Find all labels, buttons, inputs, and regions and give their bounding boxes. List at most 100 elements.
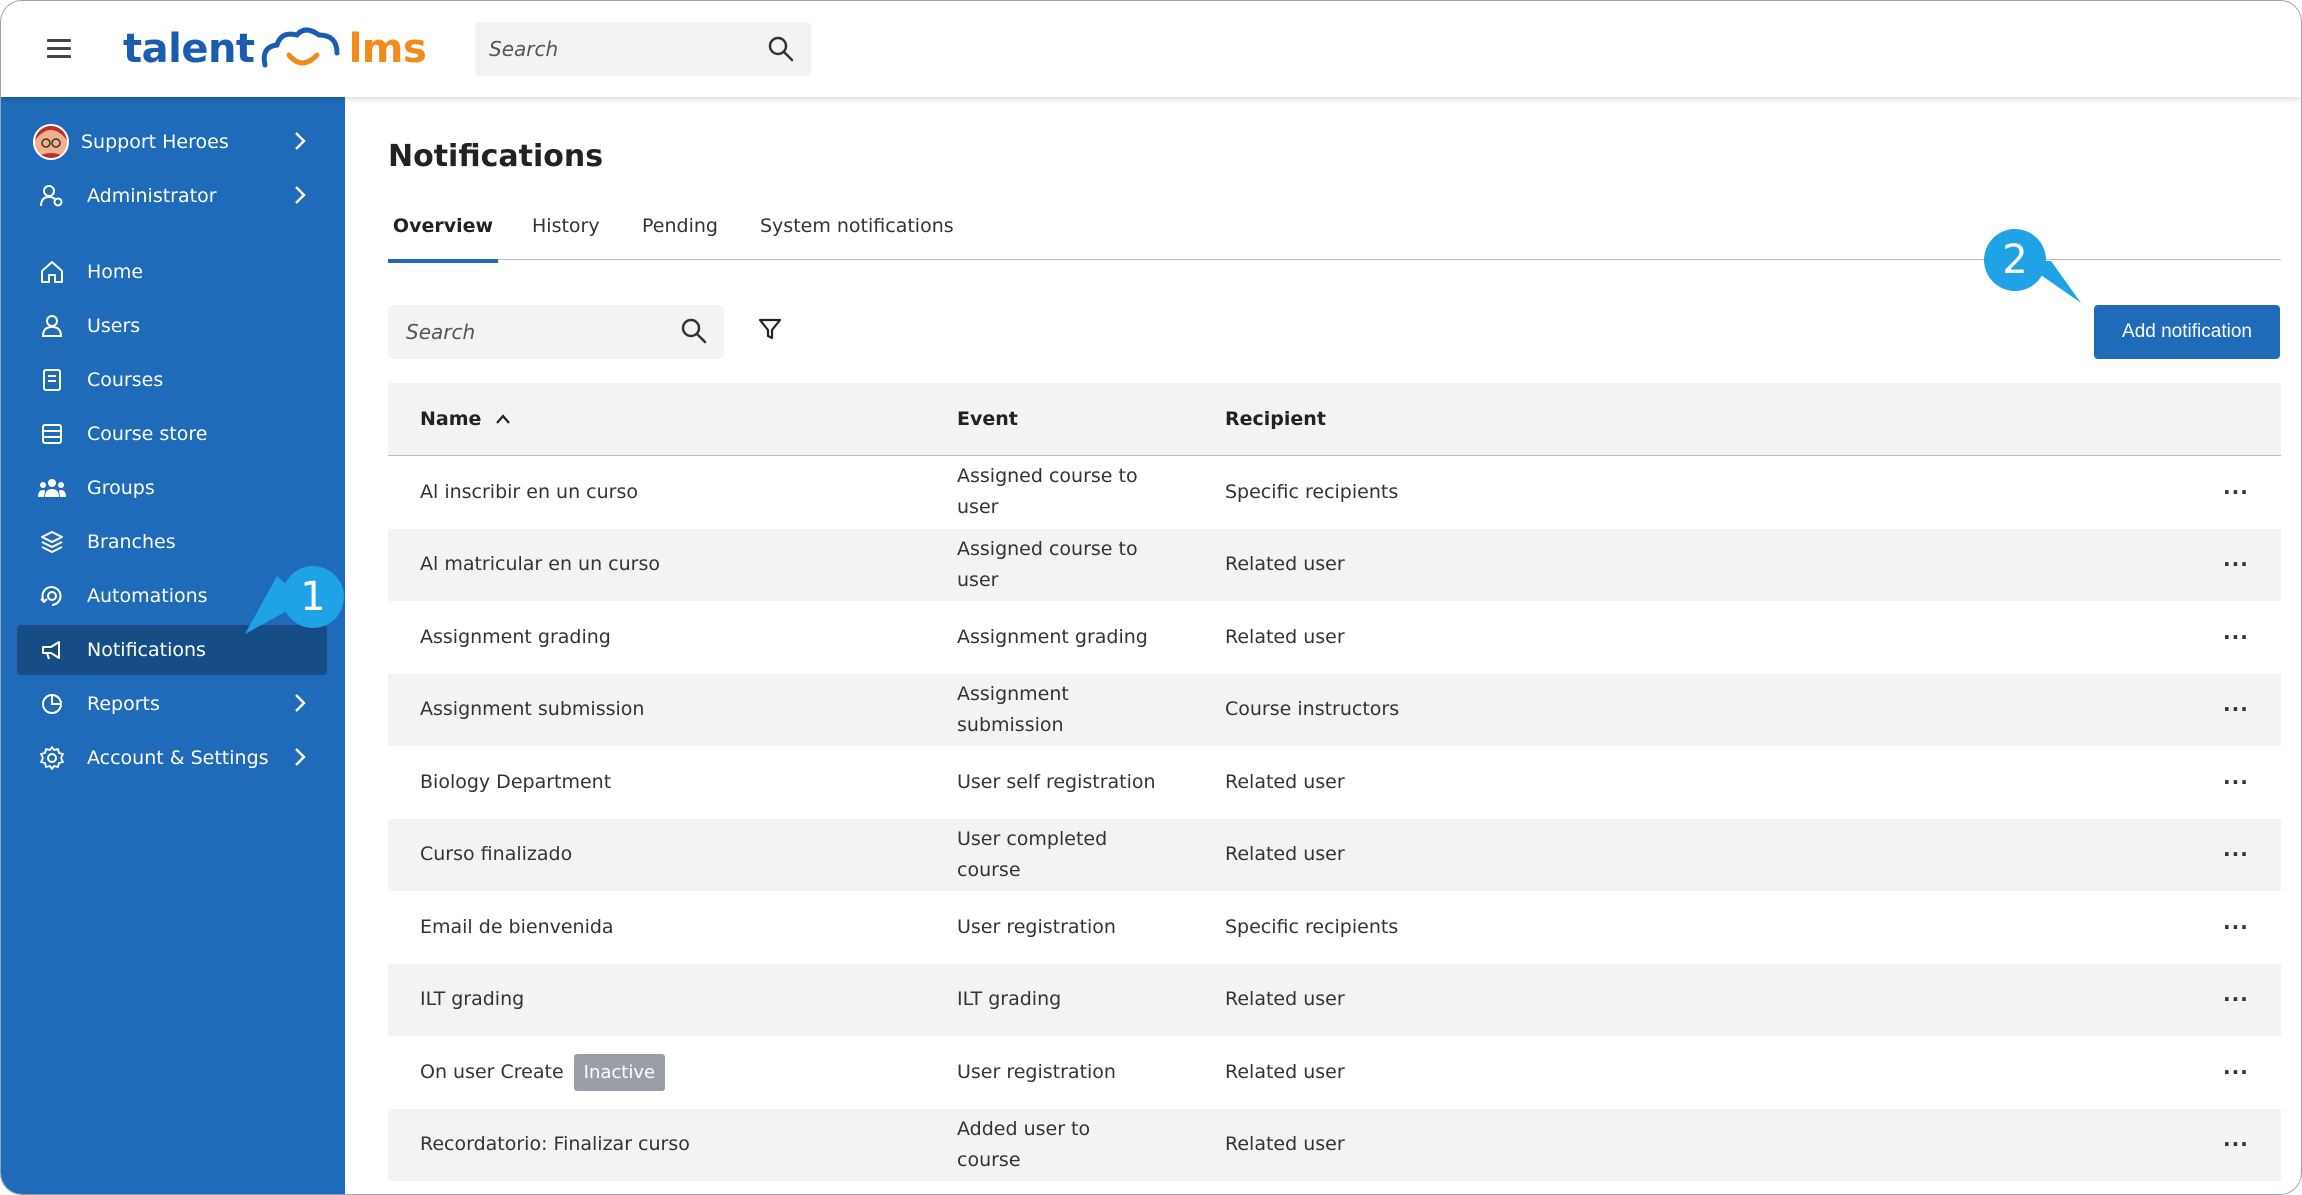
notification-name: Al inscribir en un curso (420, 480, 638, 503)
row-name[interactable]: Email de bienvenida (420, 891, 614, 964)
sidebar-item-label: Administrator (87, 185, 217, 207)
table-row[interactable]: Biology Department User self registration… (388, 746, 2281, 819)
app-window: talent lms Search Support Heroes Adminis… (0, 0, 2302, 1195)
row-event: User completed course (957, 827, 1108, 881)
automation-icon (37, 581, 67, 611)
book-icon (37, 365, 67, 395)
sidebar-item-administrator[interactable]: Administrator (17, 171, 327, 221)
tab-system-notifications[interactable]: System notifications (760, 209, 954, 259)
notification-name: ILT grading (420, 988, 525, 1011)
table-row[interactable]: Email de bienvenida User registration Spec… (388, 891, 2281, 964)
table-row[interactable]: Al matricular en un curso Assigned course… (388, 528, 2281, 602)
tab-pending[interactable]: Pending (642, 209, 718, 259)
row-event: ILT grading (957, 988, 1062, 1011)
notification-name: Recordatorio: Finalizar curso (420, 1133, 690, 1156)
notifications-table: Name Event Recipient Al inscribir en un … (388, 383, 2281, 1181)
avatar (33, 124, 69, 160)
tab-overview[interactable]: Overview (388, 209, 498, 263)
sidebar-item-account-settings[interactable]: Account & Settings (17, 733, 327, 783)
sidebar-item-label: Home (87, 261, 144, 283)
row-event: Assignment grading (957, 625, 1148, 648)
page-title: Notifications (388, 139, 604, 174)
row-name[interactable]: On user Create Inactive (420, 1036, 666, 1109)
logo-text-lms: lms (348, 26, 427, 72)
chevron-right-icon (293, 183, 307, 212)
row-recipient: Related user (1225, 1133, 1345, 1156)
row-event: User registration (957, 1060, 1116, 1083)
row-recipient: Specific recipients (1225, 915, 1399, 938)
sort-ascending-icon (495, 404, 511, 435)
row-event: Assignment submission (957, 682, 1069, 736)
search-icon[interactable] (680, 317, 708, 349)
notification-name: On user Create (420, 1060, 564, 1083)
sidebar-item-groups[interactable]: Groups (17, 463, 327, 513)
notification-name: Email de bienvenida (420, 915, 614, 938)
notification-name: Assignment submission (420, 698, 645, 721)
more-options-icon[interactable]: ··· (2223, 891, 2249, 964)
filter-icon[interactable] (757, 316, 783, 346)
table-row[interactable]: Assignment submission Assignment submissi… (388, 673, 2281, 747)
table-row[interactable]: Assignment grading Assignment grading Rela… (388, 601, 2281, 674)
row-name[interactable]: Al inscribir en un curso (420, 456, 638, 529)
table-row[interactable]: On user Create Inactive User registration R… (388, 1036, 2281, 1109)
column-header-name[interactable]: Name (420, 383, 511, 455)
column-label: Name (420, 407, 482, 430)
sidebar-item-courses[interactable]: Courses (17, 355, 327, 405)
row-name[interactable]: Al matricular en un curso (420, 529, 660, 602)
table-row[interactable]: Al inscribir en un curso Assigned course … (388, 456, 2281, 529)
row-recipient: Related user (1225, 553, 1345, 576)
more-options-icon[interactable]: ··· (2223, 456, 2249, 529)
sidebar-item-label: Support Heroes (81, 131, 229, 153)
home-icon (37, 257, 67, 287)
tab-label: Pending (642, 215, 718, 237)
global-search-input[interactable]: Search (475, 22, 811, 76)
more-options-icon[interactable]: ··· (2223, 1109, 2249, 1182)
notification-search-input[interactable]: Search (388, 305, 724, 359)
row-name[interactable]: Assignment grading (420, 601, 611, 674)
hamburger-icon[interactable] (47, 39, 71, 59)
sidebar-item-course-store[interactable]: Course store (17, 409, 327, 459)
column-header-recipient[interactable]: Recipient (1225, 383, 1326, 455)
more-options-icon[interactable]: ··· (2223, 964, 2249, 1037)
row-name[interactable]: Recordatorio: Finalizar curso (420, 1109, 690, 1182)
row-recipient: Related user (1225, 770, 1345, 793)
search-icon[interactable] (767, 35, 795, 67)
more-options-icon[interactable]: ··· (2223, 819, 2249, 892)
sidebar-item-home[interactable]: Home (17, 247, 327, 297)
row-name[interactable]: Biology Department (420, 746, 611, 819)
tab-label: History (532, 215, 600, 237)
more-options-icon[interactable]: ··· (2223, 674, 2249, 747)
row-name[interactable]: Assignment submission (420, 674, 644, 747)
sidebar-item-reports[interactable]: Reports (17, 679, 327, 729)
sidebar-item-label: Course store (87, 423, 208, 445)
sidebar-item-users[interactable]: Users (17, 301, 327, 351)
table-row[interactable]: Recordatorio: Finalizar curso Added user … (388, 1108, 2281, 1182)
more-options-icon[interactable]: ··· (2223, 1036, 2249, 1109)
row-event: Added user to course (957, 1117, 1091, 1171)
logo-text-talent: talent (123, 26, 255, 72)
callout-badge-1: 1 (282, 566, 344, 628)
table-row[interactable]: ILT grading ILT grading Related user ··· (388, 963, 2281, 1037)
row-event: Assigned course to user (957, 465, 1138, 519)
row-name[interactable]: ILT grading (420, 964, 524, 1037)
logo[interactable]: talent lms (123, 19, 427, 79)
column-header-event[interactable]: Event (957, 383, 1157, 455)
more-options-icon[interactable]: ··· (2223, 601, 2249, 674)
sidebar-item-label: Branches (87, 531, 176, 553)
row-recipient: Related user (1225, 843, 1345, 866)
sidebar-item-label: Reports (87, 693, 160, 715)
notification-name: Assignment grading (420, 625, 611, 648)
groups-icon (37, 473, 67, 503)
sidebar-item-support-heroes[interactable]: Support Heroes (17, 117, 327, 167)
more-options-icon[interactable]: ··· (2223, 746, 2249, 819)
tab-history[interactable]: History (532, 209, 600, 259)
top-bar: talent lms Search (1, 1, 2301, 97)
row-recipient: Related user (1225, 1060, 1345, 1083)
more-options-icon[interactable]: ··· (2223, 529, 2249, 602)
sidebar-item-label: Courses (87, 369, 164, 391)
search-placeholder: Search (489, 37, 559, 61)
add-notification-button[interactable]: Add notification (2094, 305, 2280, 359)
table-row[interactable]: Curso finalizado User completed course Rel… (388, 818, 2281, 892)
row-name[interactable]: Curso finalizado (420, 819, 572, 892)
callout-badge-2: 2 (1984, 229, 2046, 291)
